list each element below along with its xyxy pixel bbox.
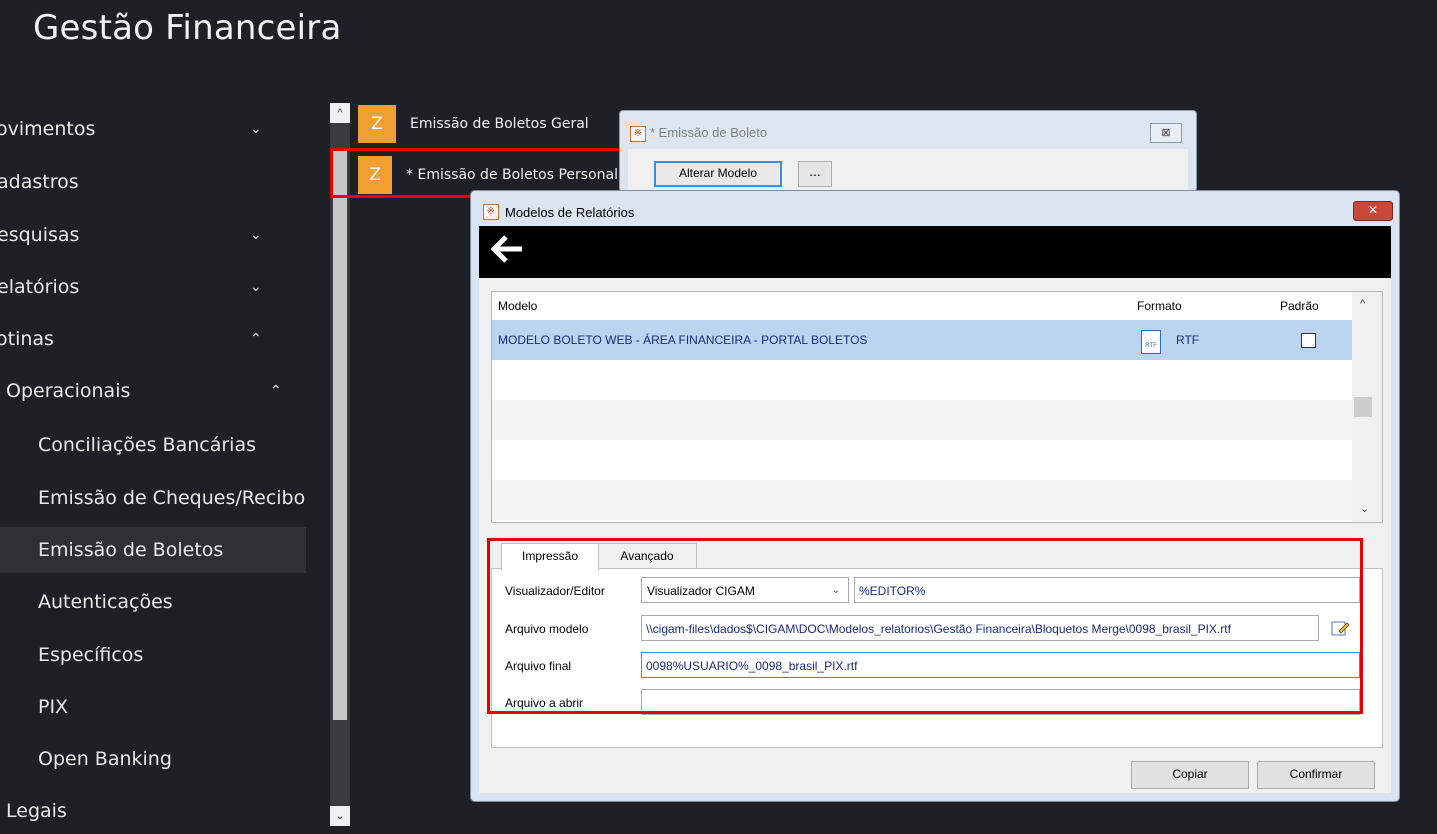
z-app-icon: Z [358,156,393,194]
close-button[interactable]: ✕ [1353,201,1393,221]
nav-item-operacionais[interactable]: Operacionais ⌃ [0,368,306,414]
column-header-formato[interactable]: Formato [1137,292,1182,320]
table-row [492,400,1352,440]
cell-formato: RTF [1176,333,1200,347]
close-button[interactable]: ⊠ [1150,123,1182,143]
nav-item-rotinas[interactable]: otinas ⌃ [0,316,306,362]
arquivo-abrir-input[interactable] [641,689,1360,715]
arquivo-abrir-label: Arquivo a abrir [505,696,584,710]
visualizador-value: Visualizador CIGAM [647,584,755,598]
scroll-thumb[interactable] [333,150,347,720]
grid-scrollbar[interactable]: ^ ⌄ [1352,292,1382,522]
editor-input[interactable]: %EDITOR% [854,577,1360,603]
nav-item-label: Legais [6,800,67,822]
tab-impressao[interactable]: Impressão [501,543,599,570]
confirmar-button[interactable]: Confirmar [1257,761,1375,789]
scroll-down-icon[interactable]: ⌄ [330,806,350,826]
chevron-down-icon: ⌄ [250,279,262,295]
nav-item-label: Autenticações [38,591,173,613]
nav-item-legais[interactable]: Legais [0,788,306,834]
nav-item-label: PIX [38,696,69,718]
modelos-relatorios-dialog: ※ Modelos de Relatórios ✕ Modelo Formato… [470,190,1400,802]
alterar-modelo-button[interactable]: Alterar Modelo [654,161,782,187]
arquivo-modelo-label: Arquivo modelo [505,622,589,636]
window-body: Alterar Modelo ... [628,149,1188,191]
nav-item-pesquisas[interactable]: esquisas ⌄ [0,212,306,258]
table-row[interactable]: MODELO BOLETO WEB - ÁREA FINANCEIRA - PO… [492,320,1352,360]
table-row [492,480,1352,520]
arquivo-final-label: Arquivo final [505,659,572,673]
emissao-boleto-window: ※ * Emissão de Boleto ⊠ Alterar Modelo .… [619,110,1197,192]
visualizador-select[interactable]: Visualizador CIGAM ⌄ [641,577,849,603]
tile-label: Emissão de Boletos Geral [410,116,589,132]
chevron-up-icon: ⌃ [250,331,262,347]
nav-item-label: ovimentos [0,118,96,140]
tile-emissao-boletos-personal[interactable]: Z * Emissão de Boletos Personal [358,155,618,195]
edit-file-icon[interactable] [1331,619,1351,637]
tile-label: * Emissão de Boletos Personal [406,167,618,183]
nav-item-open-banking[interactable]: Open Banking [0,736,306,782]
padrao-checkbox[interactable] [1301,333,1316,348]
copiar-button[interactable]: Copiar [1131,761,1249,789]
chevron-down-icon: ⌄ [250,121,262,137]
nav-item-label: otinas [0,328,54,350]
scroll-up-icon[interactable]: ^ [1360,298,1365,310]
window-title: * Emissão de Boleto [650,125,768,140]
nav-item-cadastros[interactable]: adastros [0,159,306,205]
app-logo-icon: ※ [483,204,499,220]
nav-item-label: Emissão de Cheques/Recibo [38,487,306,509]
toolbar [479,226,1391,278]
nav-item-autenticacoes[interactable]: Autenticações [0,579,306,625]
tile-emissao-boletos-geral[interactable]: Z Emissão de Boletos Geral [358,104,618,144]
nav-item-emissao-boletos[interactable]: Emissão de Boletos [0,527,306,573]
nav-item-conciliacoes[interactable]: Conciliações Bancárias [0,422,306,468]
nav-item-label: Operacionais [6,380,131,402]
cell-modelo: MODELO BOLETO WEB - ÁREA FINANCEIRA - PO… [498,333,868,347]
table-row [492,360,1352,400]
chevron-down-icon: ⌄ [831,585,840,596]
nav-item-label: Específicos [38,644,144,666]
dialog-title: Modelos de Relatórios [505,205,635,220]
nav-item-especificos[interactable]: Específicos [0,632,306,678]
rtf-file-icon: RTF [1141,330,1161,354]
scroll-down-icon[interactable]: ⌄ [1360,502,1369,515]
arquivo-modelo-input[interactable]: \\cigam-files\dados$\CIGAM\DOC\Modelos_r… [641,615,1319,641]
chevron-down-icon: ⌄ [250,227,262,243]
nav-item-pix[interactable]: PIX [0,684,306,730]
nav-item-label: esquisas [0,224,80,246]
nav-item-label: elatórios [0,276,80,298]
scroll-up-icon[interactable]: ^ [330,103,350,123]
more-options-button[interactable]: ... [798,161,832,187]
scroll-thumb[interactable] [1354,397,1372,417]
z-app-icon: Z [358,105,396,143]
nav-item-relatorios[interactable]: elatórios ⌄ [0,264,306,310]
column-header-padrao[interactable]: Padrão [1280,292,1319,320]
app-logo-icon: ※ [630,126,646,142]
nav-item-label: adastros [0,171,79,193]
back-arrow-icon[interactable] [490,234,525,270]
chevron-up-icon: ⌃ [270,383,282,399]
arquivo-final-input[interactable]: 0098%USUARIO%_0098_brasil_PIX.rtf [641,652,1360,678]
nav-item-label: Emissão de Boletos [38,539,224,561]
nav-item-movimentos[interactable]: ovimentos ⌄ [0,106,306,152]
tab-avancado[interactable]: Avançado [597,543,697,569]
table-row [492,440,1352,480]
visualizador-label: Visualizador/Editor [505,584,605,598]
app-title: Gestão Financeira [33,8,342,48]
column-header-modelo[interactable]: Modelo [498,292,537,320]
models-grid: Modelo Formato Padrão MODELO BOLETO WEB … [491,291,1383,523]
nav-item-label: Open Banking [38,748,172,770]
nav-item-emissao-cheques[interactable]: Emissão de Cheques/Recibo [0,475,306,521]
dialog-body: Modelo Formato Padrão MODELO BOLETO WEB … [479,226,1391,793]
nav-item-label: Conciliações Bancárias [38,434,256,456]
